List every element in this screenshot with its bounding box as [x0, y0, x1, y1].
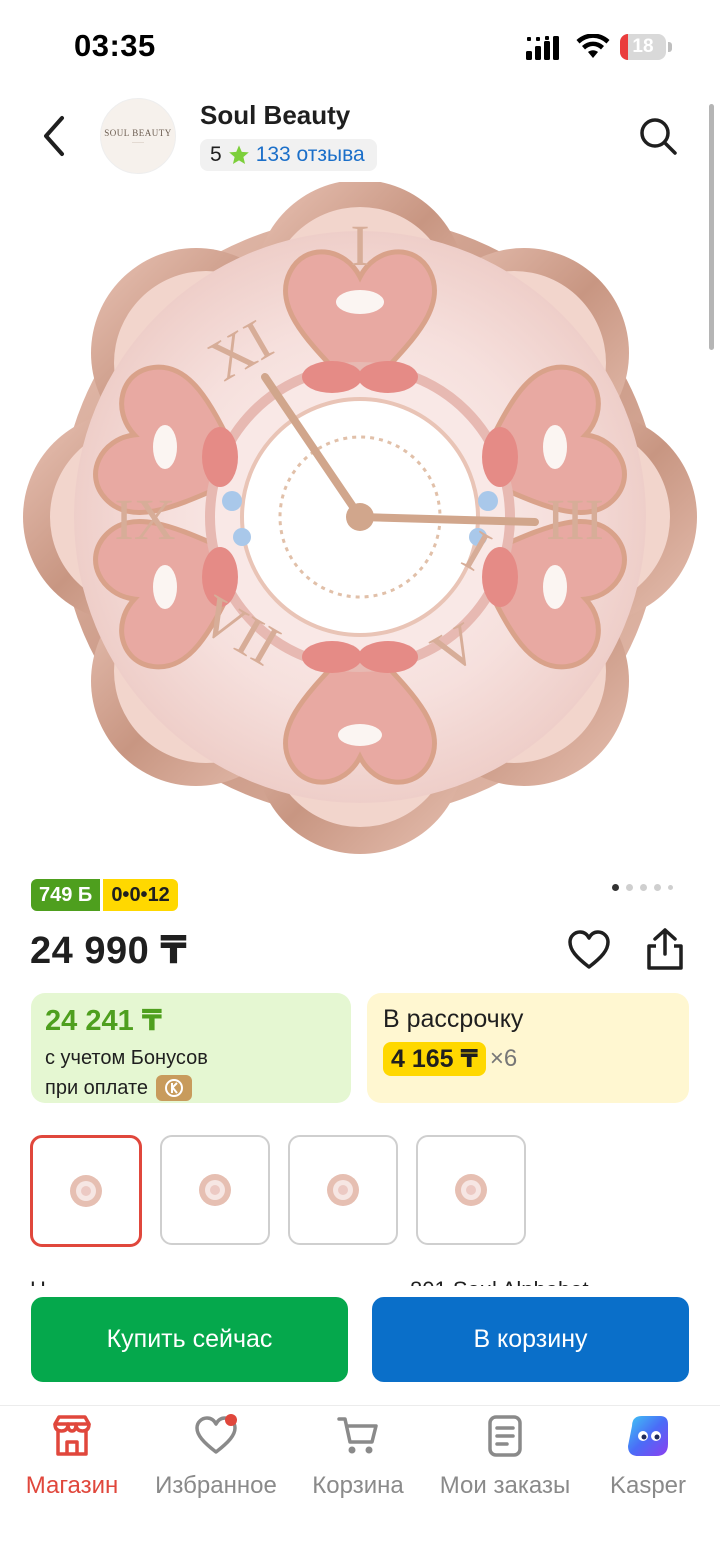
bottom-tab-bar: Магазин Избранное Корзина Мои заказы Kas…: [0, 1405, 720, 1558]
kaspi-pay-icon: [156, 1075, 193, 1101]
pagination-dot: [668, 884, 673, 890]
pagination-dot: [612, 883, 619, 891]
shop-logo: SOUL BEAUTY: [104, 128, 172, 138]
tab-kasper-label: Kasper: [609, 1472, 687, 1499]
notification-dot: [225, 1414, 237, 1426]
tab-orders[interactable]: Мои заказы: [437, 1414, 573, 1500]
shop-name[interactable]: Soul Beauty: [200, 100, 350, 131]
svg-text:IX: IX: [114, 487, 175, 552]
rating-score: 5: [210, 143, 222, 166]
cart-icon: [337, 1417, 378, 1454]
thumbnail-image: [455, 1174, 487, 1206]
installment-title: В рассрочку: [383, 1005, 524, 1033]
cellular-signal-icon: [526, 36, 559, 60]
orders-icon: [488, 1415, 522, 1457]
tab-cart[interactable]: Корзина: [304, 1414, 412, 1500]
search-icon: [640, 118, 677, 155]
reviews-link[interactable]: 133 отзыва: [256, 143, 365, 167]
thumbnail-3[interactable]: [288, 1135, 398, 1245]
thumbnail-strip: [30, 1135, 526, 1247]
thumbnail-2[interactable]: [160, 1135, 270, 1245]
bonus-note-line2: при оплате: [45, 1077, 149, 1099]
timer-badge: 0•0•12: [103, 879, 178, 911]
page-scrollbar[interactable]: [709, 104, 714, 350]
heart-icon: [195, 1414, 237, 1454]
product-image-gallery[interactable]: I I III IX V VII XI: [0, 182, 720, 862]
buy-now-button[interactable]: Купить сейчас: [31, 1297, 348, 1382]
status-time: 03:35: [74, 28, 156, 63]
product-price: 24 990 ₸: [30, 930, 188, 972]
add-to-cart-button[interactable]: В корзину: [372, 1297, 689, 1382]
tab-shop[interactable]: Магазин: [16, 1414, 128, 1500]
bonus-price: 24 241 ₸: [45, 1005, 162, 1037]
cut-off-option-row: Н 801 Soul Alphabet: [30, 1274, 690, 1286]
tab-favorites[interactable]: Избранное: [150, 1414, 282, 1500]
cut-off-label: Н: [30, 1277, 46, 1286]
tab-kasper[interactable]: Kasper: [602, 1414, 694, 1500]
battery-icon: 18: [620, 34, 672, 60]
bonus-badge: 749 Б: [31, 879, 101, 911]
chevron-left-icon: [44, 116, 64, 156]
thumbnail-4[interactable]: [416, 1135, 526, 1245]
tab-orders-label: Мои заказы: [439, 1472, 571, 1499]
shop-logo-underline: ———: [132, 139, 144, 144]
wifi-icon: [576, 34, 610, 58]
tab-favorites-label: Избранное: [155, 1472, 277, 1499]
add-to-favorites-button[interactable]: [566, 928, 612, 974]
shop-avatar[interactable]: SOUL BEAUTY ———: [100, 98, 176, 174]
tab-cart-label: Корзина: [312, 1472, 404, 1499]
promo-badges: 749 Б 0•0•12: [31, 879, 178, 911]
installment-card[interactable]: В рассрочку 4 165 ₸ ×6: [367, 993, 689, 1103]
thumbnail-image: [70, 1175, 102, 1207]
installment-amount: 4 165 ₸: [383, 1042, 486, 1076]
pagination-dot: [654, 883, 661, 891]
share-icon: [647, 928, 683, 970]
star-icon: [228, 145, 249, 164]
search-button[interactable]: [636, 114, 680, 158]
kasper-assistant-icon: [628, 1416, 668, 1456]
cut-off-value: 801 Soul Alphabet: [410, 1274, 589, 1286]
shop-icon: [53, 1415, 91, 1456]
svg-text:III: III: [546, 487, 604, 552]
battery-level-text: 18: [632, 36, 654, 57]
status-bar: 03:35 18: [0, 0, 720, 92]
thumbnail-image: [327, 1174, 359, 1206]
svg-text:I: I: [350, 213, 369, 278]
shop-header: SOUL BEAUTY ——— Soul Beauty 5 133 отзыва: [0, 92, 720, 182]
thumbnail-1[interactable]: [30, 1135, 142, 1247]
heart-outline-icon: [568, 930, 610, 969]
pagination-dot: [626, 883, 633, 891]
bonus-note-line1: с учетом Бонусов: [45, 1047, 208, 1069]
product-image: I I III IX V VII XI: [23, 182, 697, 854]
share-button[interactable]: [642, 926, 688, 972]
tab-shop-label: Магазин: [25, 1472, 119, 1499]
gallery-pagination: [612, 882, 673, 892]
shop-rating[interactable]: 5 133 отзыва: [200, 139, 377, 171]
installment-months: ×6: [489, 1045, 518, 1072]
back-button[interactable]: [34, 110, 74, 162]
pagination-dot: [640, 883, 647, 891]
bonus-price-card[interactable]: 24 241 ₸ с учетом Бонусов при оплате: [31, 993, 351, 1103]
installment-row: 4 165 ₸ ×6: [383, 1042, 673, 1076]
thumbnail-image: [199, 1174, 231, 1206]
bonus-note-line2-row: при оплате: [45, 1074, 337, 1102]
